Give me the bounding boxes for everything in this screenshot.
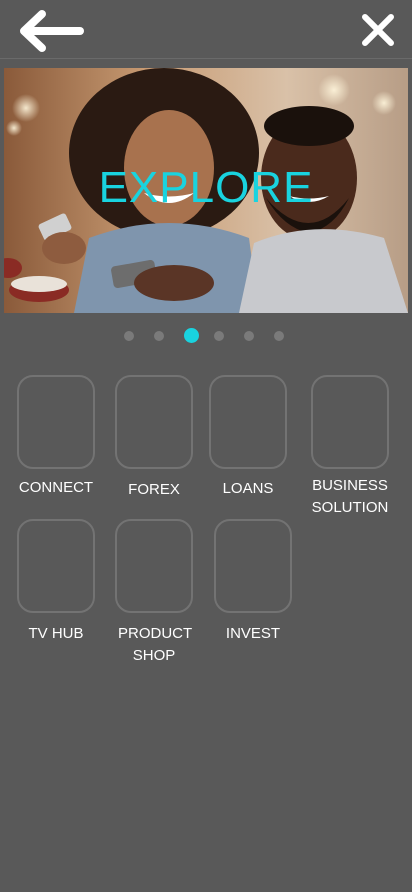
tile-icon-box: [115, 375, 193, 469]
tile-icon-box: [311, 375, 389, 469]
tile-label: BUSINESS SOLUTION: [311, 477, 389, 516]
tile-icon-box: [209, 375, 287, 469]
carousel-dot[interactable]: [154, 331, 164, 341]
carousel-dot[interactable]: [244, 331, 254, 341]
carousel-dot[interactable]: [214, 331, 224, 341]
arrow-left-icon: [20, 10, 84, 52]
tile-icon-box: [214, 519, 292, 613]
carousel-dot[interactable]: [124, 331, 134, 341]
tile-icon-box: [17, 519, 95, 613]
tile-tv-hub[interactable]: TV HUB: [6, 519, 106, 645]
tile-label: INVEST: [225, 625, 281, 642]
tile-loans[interactable]: LOANS: [198, 375, 298, 500]
tile-connect[interactable]: CONNECT: [6, 375, 106, 499]
hero-banner[interactable]: EXPLORE: [4, 68, 408, 313]
back-button[interactable]: [18, 8, 88, 54]
tile-label: CONNECT: [18, 479, 94, 496]
tile-icon-box: [17, 375, 95, 469]
carousel-dot-active[interactable]: [184, 328, 199, 343]
close-button[interactable]: [360, 12, 396, 48]
top-bar: [0, 0, 412, 59]
close-icon: [362, 14, 394, 46]
tile-business-solution[interactable]: BUSINESS SOLUTION: [300, 375, 400, 519]
carousel-dot[interactable]: [274, 331, 284, 341]
tile-icon-box: [115, 519, 193, 613]
tile-product-shop[interactable]: PRODUCT SHOP: [104, 519, 204, 667]
tile-label: LOANS: [222, 480, 274, 497]
hero-title: EXPLORE: [98, 162, 314, 212]
tile-label: FOREX: [128, 481, 180, 498]
carousel-indicator: [0, 326, 412, 346]
tile-forex[interactable]: FOREX: [104, 375, 204, 501]
tile-invest[interactable]: INVEST: [203, 519, 303, 645]
tile-label: PRODUCT SHOP: [118, 625, 193, 664]
tile-label: TV HUB: [28, 625, 84, 642]
